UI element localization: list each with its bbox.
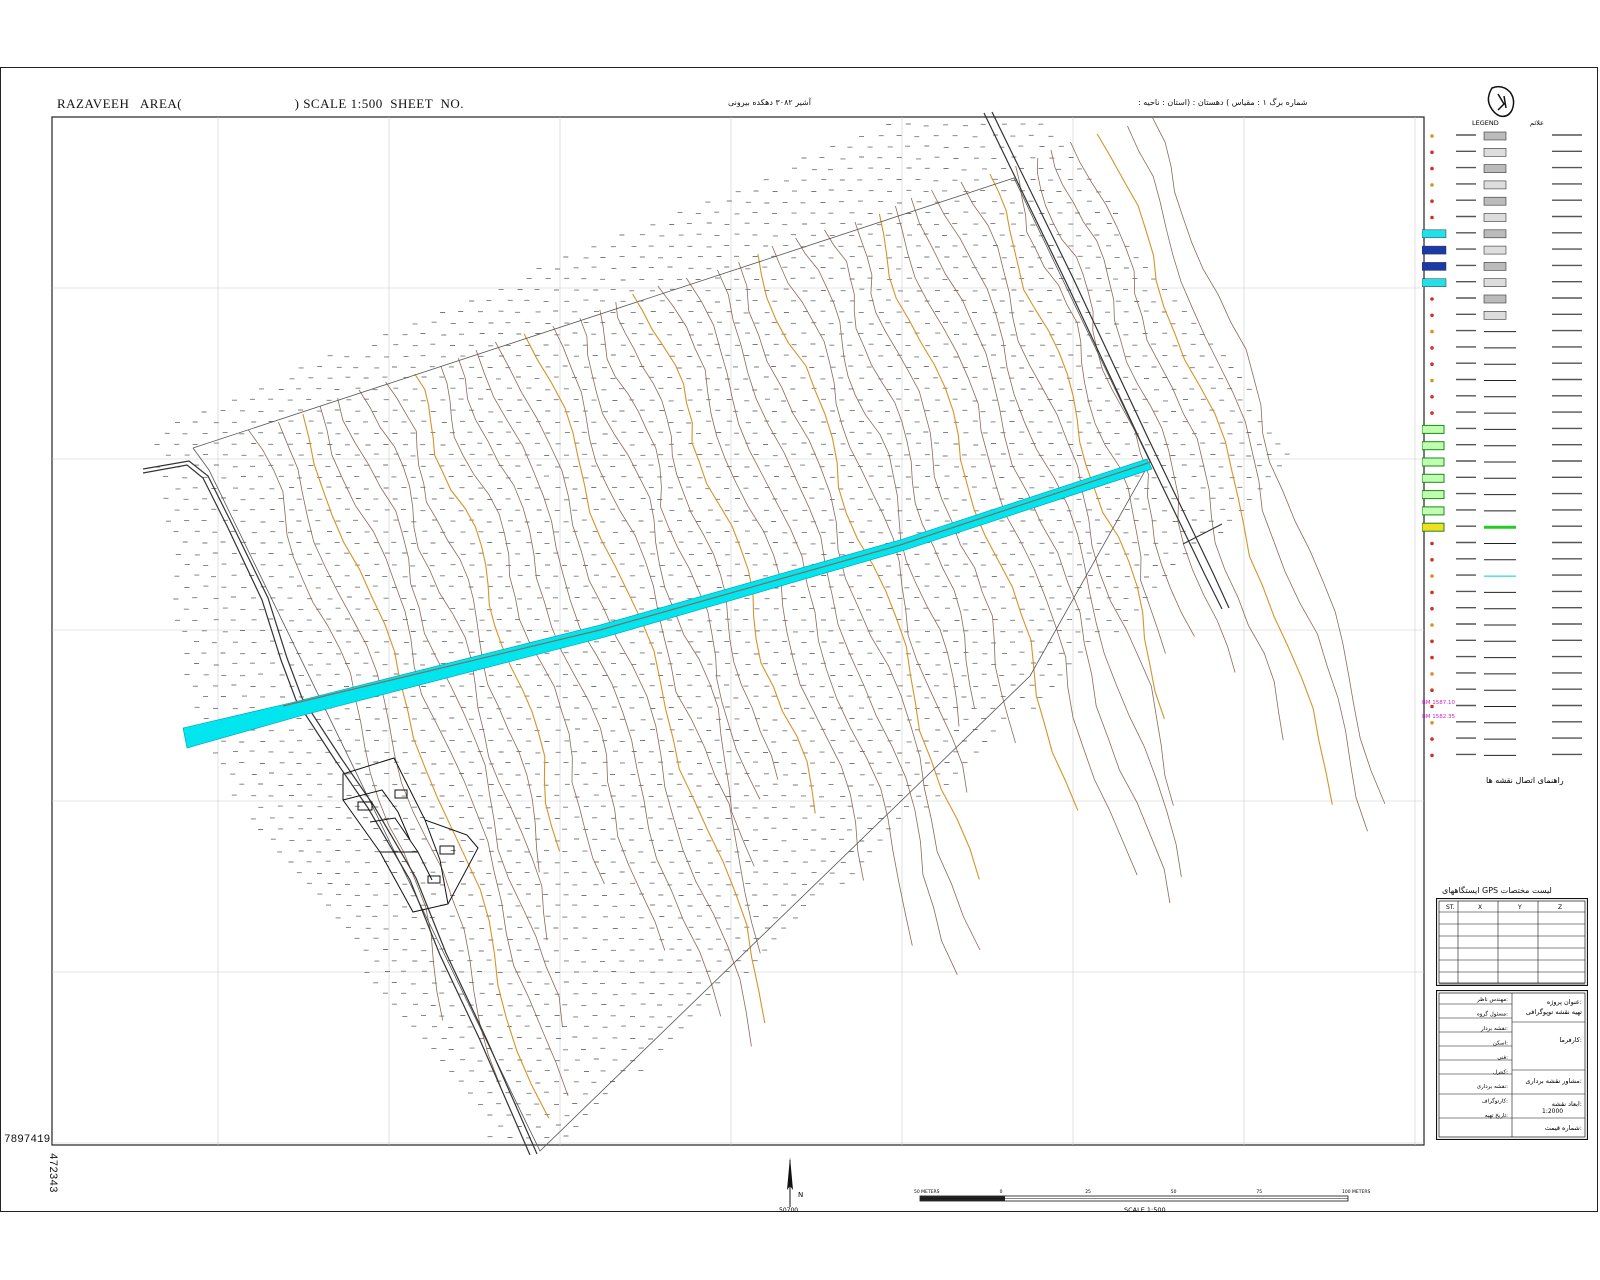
supervisor-label: مشاور نقشه برداری: xyxy=(1525,1077,1582,1085)
scale-tick-label: 50 METERS xyxy=(914,1189,940,1195)
logo-emblem xyxy=(1487,85,1515,118)
index-contour xyxy=(632,293,816,814)
index-contour xyxy=(757,253,980,880)
legend-panel: LEGEND علائم BM 1587.10 BM 1582.35 راهنما… xyxy=(1422,85,1582,785)
gps-table: ST. X Y Z xyxy=(1436,898,1588,986)
legend-title-fa: علائم xyxy=(1530,119,1544,127)
map-frame xyxy=(51,116,1425,1146)
village-parcels xyxy=(342,757,479,913)
northing-label: 7897419 xyxy=(4,1134,51,1146)
title-block-row: فنی: xyxy=(1497,1055,1508,1061)
title-block-row: مهندس ناظر: xyxy=(1476,997,1508,1003)
scale-tick-label: 25 xyxy=(1085,1189,1091,1195)
contour-lines xyxy=(248,117,1386,1119)
contour xyxy=(475,349,722,1017)
north-label: N xyxy=(798,1191,803,1199)
contour xyxy=(615,301,779,780)
contour xyxy=(931,189,1182,878)
contour xyxy=(599,309,761,800)
employer-label: کارفرما: xyxy=(1559,1036,1582,1044)
contour xyxy=(738,261,981,951)
north-arrow: N 50700 xyxy=(779,1157,803,1214)
gps-header: Z xyxy=(1558,904,1562,911)
project-label: عنوان پروژه: xyxy=(1547,998,1582,1006)
title-block-row: تاریخ تهیه: xyxy=(1485,1113,1508,1119)
scale-bar: SCALE 1:500 50 METERS 0 25 50 75 100 METERS xyxy=(914,1189,1370,1214)
contour xyxy=(278,421,501,1087)
title-block-row: مسئول گروه: xyxy=(1477,1011,1508,1018)
easting-label: 472343 xyxy=(46,1153,58,1193)
road-spur xyxy=(1182,523,1223,545)
title-block-row: نقشه برداری: xyxy=(1477,1084,1508,1090)
contour xyxy=(685,277,913,946)
contour xyxy=(824,229,975,709)
legend-caption: راهنمای اتصال نقشه ها xyxy=(1486,776,1564,785)
scale-field-value: 1:2000 xyxy=(1542,1108,1563,1115)
north-sub: 50700 xyxy=(779,1207,798,1214)
grid-lines xyxy=(52,117,1424,1145)
title-block-row: کنترل: xyxy=(1493,1069,1508,1076)
project-value: تهیه نقشه توپوگرافی xyxy=(1526,1008,1582,1016)
gps-header: Y xyxy=(1517,904,1522,911)
contour xyxy=(1015,165,1166,654)
contour xyxy=(910,197,1171,904)
river-channel xyxy=(182,458,1153,749)
bm-label: BM 1582.35 xyxy=(1422,714,1456,720)
gps-header: ST. xyxy=(1446,904,1455,911)
date-label: شماره قیمت: xyxy=(1545,1124,1582,1132)
spot-height-marks xyxy=(154,123,1290,1139)
road-left xyxy=(142,464,531,1156)
gps-header: X xyxy=(1478,904,1482,911)
scale-label: SCALE 1:500 xyxy=(1124,1206,1166,1214)
title-block-row: کارتوگراف: xyxy=(1482,1098,1508,1105)
contour xyxy=(795,237,960,727)
contour xyxy=(440,365,605,885)
title-block: عنوان پروژه: تهیه نقشه توپوگرافی کارفرما… xyxy=(1436,990,1588,1140)
gps-table-title: ایستگاههای GPS لیست مختصات xyxy=(1442,886,1552,895)
bm-label: BM 1587.10 xyxy=(1422,700,1456,706)
contour xyxy=(1152,117,1386,805)
survey-boundary xyxy=(192,177,1151,1152)
topographic-map: N 50700 SCALE 1:500 50 METERS 0 25 50 75 100 … xyxy=(51,111,1425,1214)
contour xyxy=(771,245,968,793)
legend-title-en: LEGEND xyxy=(1472,119,1499,127)
road-right xyxy=(983,112,1223,610)
title-block-row: اسکن: xyxy=(1493,1040,1508,1047)
scale-tick-label: 100 METERS xyxy=(1342,1189,1370,1195)
title-block-row: نقشه بردار: xyxy=(1480,1026,1508,1032)
spot-heights xyxy=(154,123,1290,1139)
scale-field-label: ابعاد نقشه: xyxy=(1552,1100,1582,1108)
scale-tick-label: 50 xyxy=(1171,1189,1177,1195)
scale-tick-label: 0 xyxy=(1000,1189,1003,1195)
index-contour xyxy=(989,173,1165,719)
scale-tick-label: 75 xyxy=(1256,1189,1262,1195)
contour xyxy=(337,397,563,1028)
contour xyxy=(1070,141,1284,741)
contour xyxy=(1127,125,1368,832)
contour xyxy=(717,269,958,975)
